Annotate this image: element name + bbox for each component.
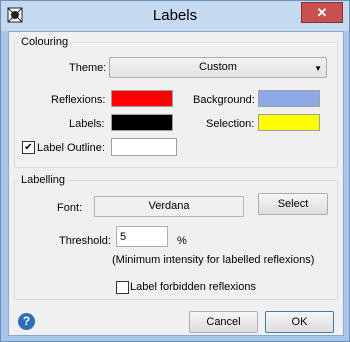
theme-value: Custom: [199, 61, 237, 73]
threshold-value: 5: [120, 231, 127, 243]
theme-label: Theme:: [69, 62, 107, 74]
threshold-unit: %: [177, 235, 187, 247]
threshold-label: Threshold:: [59, 235, 111, 247]
colouring-legend: Colouring: [21, 36, 69, 48]
labels-dialog: Labels ✕ Colouring Theme: Custom ▼ Refle…: [0, 0, 350, 342]
threshold-hint: (Minimum intensity for labelled reflexio…: [112, 254, 315, 266]
dialog-body: Colouring Theme: Custom ▼ Reflexions: La…: [8, 31, 344, 336]
cancel-button[interactable]: Cancel: [189, 311, 258, 333]
help-symbol: ?: [22, 314, 31, 328]
threshold-input[interactable]: 5: [116, 226, 168, 247]
labels-color-swatch[interactable]: [111, 114, 173, 131]
font-value: Verdana: [148, 200, 190, 212]
theme-dropdown[interactable]: Custom ▼: [109, 57, 327, 78]
font-display: Verdana: [94, 196, 244, 217]
labelling-legend: Labelling: [21, 174, 66, 186]
select-font-button[interactable]: Select: [258, 193, 328, 215]
label-outline-label: Label Outline:: [37, 142, 105, 154]
label-outline-color-swatch[interactable]: [111, 138, 177, 156]
selection-color-swatch[interactable]: [258, 114, 320, 131]
title-bar[interactable]: Labels ✕: [1, 1, 349, 31]
label-forbidden-checkbox[interactable]: [116, 281, 129, 294]
help-icon[interactable]: ?: [18, 313, 35, 330]
reflexions-label: Reflexions:: [51, 94, 106, 106]
ok-button[interactable]: OK: [265, 311, 334, 333]
chevron-down-icon: ▼: [314, 64, 322, 73]
background-label: Background:: [193, 94, 255, 106]
close-button[interactable]: ✕: [301, 2, 343, 23]
label-forbidden-label: Label forbidden reflexions: [130, 281, 256, 293]
selection-label: Selection:: [206, 118, 255, 130]
reflexions-color-swatch[interactable]: [111, 90, 173, 107]
labels-label: Labels:: [69, 118, 105, 130]
close-icon: ✕: [316, 5, 328, 20]
label-outline-checkbox[interactable]: ✔: [22, 141, 35, 154]
window-title: Labels: [152, 7, 198, 24]
font-label: Font:: [57, 202, 83, 214]
background-color-swatch[interactable]: [258, 90, 320, 107]
